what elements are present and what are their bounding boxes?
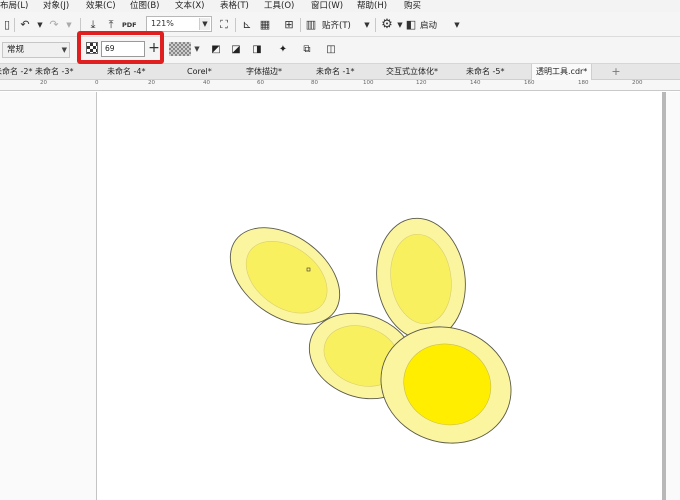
zoom-value: 121%: [151, 19, 174, 28]
export-icon[interactable]: ⤒: [104, 17, 118, 32]
launch-label: 启动: [420, 20, 438, 31]
menu-bitmap[interactable]: 位图(B): [130, 0, 159, 12]
ruler-label: 140: [470, 80, 481, 86]
pattern-dropdown-icon[interactable]: ▼: [192, 42, 202, 56]
separator: [375, 18, 376, 32]
ruler-label: 120: [416, 80, 427, 86]
ruler-label: 180: [578, 80, 589, 86]
highlight-box: [77, 31, 164, 64]
show-guidelines-icon[interactable]: ⊞: [282, 17, 296, 32]
open-icon[interactable]: ▯: [0, 17, 14, 32]
menu-object[interactable]: 对象(J): [43, 0, 69, 12]
merge-mode-value: 常规: [7, 45, 25, 55]
publish-pdf-button[interactable]: PDF: [122, 17, 137, 32]
menu-tools[interactable]: 工具(O): [264, 0, 294, 12]
add-tab-icon[interactable]: +: [610, 66, 622, 78]
ruler-label: 20: [148, 80, 155, 86]
launch-dropdown-icon[interactable]: ▼: [450, 17, 464, 32]
redo-icon[interactable]: ↷: [47, 17, 61, 32]
ruler-label: 80: [311, 80, 318, 86]
ruler-label: 40: [203, 80, 210, 86]
show-grid-icon[interactable]: ▦: [258, 17, 272, 32]
separator: [80, 18, 81, 32]
tab-corel[interactable]: Corel*: [183, 64, 216, 80]
apply-fill-icon[interactable]: ◩: [209, 42, 223, 56]
undo-icon[interactable]: ↶: [18, 17, 32, 32]
show-rulers-icon[interactable]: ⊾: [240, 17, 254, 32]
horizontal-ruler[interactable]: 20 0 20 40 60 80 100 120 140 160 180 200: [0, 80, 680, 91]
menu-window[interactable]: 窗口(W): [311, 0, 343, 12]
ruler-label: 0: [95, 80, 99, 86]
chevron-down-icon[interactable]: ▼: [199, 18, 210, 30]
launch-icon[interactable]: ◧: [404, 17, 418, 32]
launch-button[interactable]: 启动: [420, 17, 450, 32]
document-tab-bar: 未命名 -2* 未命名 -3* 未命名 -4* Corel* 字体描边* 未命名…: [0, 64, 680, 80]
copy-transparency-icon[interactable]: ⧉: [300, 42, 314, 56]
separator: [300, 18, 301, 32]
menu-buy[interactable]: 购买: [404, 0, 421, 12]
redo-dropdown-icon[interactable]: ▼: [62, 17, 76, 32]
import-icon[interactable]: ⤓: [86, 17, 100, 32]
menu-layout[interactable]: 布局(L): [0, 0, 28, 12]
ruler-label: 100: [363, 80, 374, 86]
drawing-layer: [229, 217, 512, 444]
apply-all-icon[interactable]: ◨: [250, 42, 264, 56]
apply-outline-icon[interactable]: ◪: [229, 42, 243, 56]
ruler-label: 200: [632, 80, 643, 86]
menu-text[interactable]: 文本(X): [175, 0, 204, 12]
menu-table[interactable]: 表格(T): [220, 0, 249, 12]
tab-transparency-tool[interactable]: 透明工具.cdr*: [531, 64, 593, 80]
full-screen-preview-icon[interactable]: ⛶: [217, 17, 231, 32]
ruler-label: 60: [257, 80, 264, 86]
freeze-transparency-icon[interactable]: ✦: [276, 42, 290, 56]
edit-transparency-icon[interactable]: ◫: [324, 42, 338, 56]
pdf-label: PDF: [122, 20, 137, 29]
merge-mode-select[interactable]: 常规 ▼: [2, 42, 70, 58]
drawing-canvas[interactable]: [0, 92, 680, 500]
menu-help[interactable]: 帮助(H): [357, 0, 387, 12]
tab-font-stroke[interactable]: 字体描边*: [242, 64, 286, 80]
ruler-label: 20: [40, 80, 47, 86]
tab-doc-3[interactable]: 未命名 -3*: [31, 64, 78, 80]
snap-dropdown-icon[interactable]: ▼: [360, 17, 374, 32]
menu-effects[interactable]: 效果(C): [86, 0, 116, 12]
snap-to-label: 贴齐(T): [322, 20, 351, 31]
ruler-label: 160: [524, 80, 535, 86]
undo-dropdown-icon[interactable]: ▼: [33, 17, 47, 32]
gear-icon[interactable]: ⚙: [380, 17, 394, 32]
snap-to-icon[interactable]: ▥: [304, 17, 318, 32]
zoom-level-select[interactable]: 121% ▼: [146, 16, 212, 32]
tab-interactive-extrude[interactable]: 交互式立体化*: [382, 64, 442, 80]
tab-doc-1[interactable]: 未命名 -1*: [312, 64, 359, 80]
menu-bar: 布局(L) 对象(J) 效果(C) 位图(B) 文本(X) 表格(T) 工具(O…: [0, 0, 680, 12]
tab-doc-4[interactable]: 未命名 -4*: [103, 64, 150, 80]
separator: [14, 18, 15, 32]
transparency-pattern-swatch[interactable]: [169, 42, 191, 56]
separator: [235, 18, 236, 32]
tab-doc-5[interactable]: 未命名 -5*: [462, 64, 509, 80]
chevron-down-icon[interactable]: ▼: [62, 43, 67, 57]
